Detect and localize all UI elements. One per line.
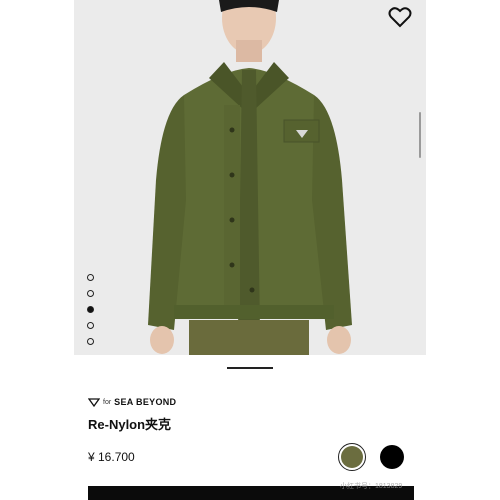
page-margin-left <box>0 0 74 500</box>
product-image[interactable] <box>74 0 426 355</box>
product-title: Re-Nylon夹克 <box>88 417 172 432</box>
heart-icon[interactable] <box>388 6 412 28</box>
watermark: 小红书号：1813829 <box>340 483 403 490</box>
swatch-fill <box>341 446 363 468</box>
triangle-logo-icon <box>88 397 100 407</box>
color-swatch-black[interactable] <box>380 445 404 469</box>
image-progress-indicator <box>227 367 273 369</box>
pagination-dot[interactable] <box>87 338 94 345</box>
scrollbar[interactable] <box>419 112 421 158</box>
gallery-pagination <box>87 274 97 354</box>
pagination-dot-active[interactable] <box>87 306 94 313</box>
color-swatch-olive-selected[interactable] <box>338 443 366 471</box>
product-price: ¥ 16.700 <box>88 450 135 464</box>
pagination-dot[interactable] <box>87 274 94 281</box>
pagination-dot[interactable] <box>87 290 94 297</box>
brand-line: for SEA BEYOND <box>88 397 176 407</box>
brand-prefix: for <box>103 398 112 406</box>
pagination-dot[interactable] <box>87 322 94 329</box>
brand-name: SEA BEYOND <box>114 397 177 407</box>
page-margin-right <box>426 0 500 500</box>
